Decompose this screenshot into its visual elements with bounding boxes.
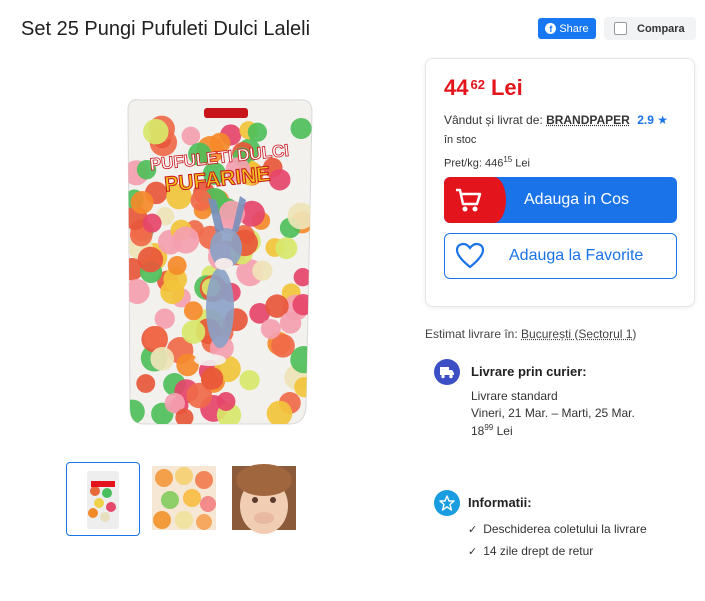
info-item-label: 14 zile drept de retur [483, 544, 594, 558]
info-title: Informatii: [468, 495, 532, 510]
seller-prefix: Vândut și livrat de: [444, 113, 543, 127]
add-to-cart-label: Adauga in Cos [524, 191, 629, 208]
check-icon: ✓ [468, 523, 478, 536]
delivery-estimate-prefix: Estimat livrare în: [425, 327, 518, 341]
thumbnail-2[interactable] [148, 462, 222, 536]
add-to-favorites-label: Adauga la Favorite [509, 247, 644, 264]
check-icon: ✓ [468, 545, 478, 558]
add-to-cart-button[interactable]: Adauga in Cos [444, 177, 677, 223]
price-integer: 44 [444, 75, 469, 100]
unit-price-currency: Lei [515, 157, 530, 170]
unit-price: Pret/kg: 44615 Lei [444, 155, 530, 170]
delivery-dates: Vineri, 21 Mar. – Marti, 25 Mar. [471, 406, 635, 420]
product-title: Set 25 Pungi Pufuleti Dulci Laleli [21, 18, 311, 40]
unit-price-value: Pret/kg: 446 [444, 157, 504, 170]
courier-title: Livrare prin curier: [471, 364, 587, 379]
info-item: ✓ 14 zile drept de retur [468, 544, 593, 558]
delivery-estimate: Estimat livrare în: București (Sectorul … [425, 327, 636, 341]
thumbnail-1[interactable] [66, 462, 140, 536]
unit-price-decimals: 15 [503, 155, 513, 164]
star-icon: ★ [657, 113, 668, 127]
price-decimals: 62 [470, 77, 485, 92]
star-badge-icon [434, 490, 460, 516]
seller-info: Vândut și livrat de: BRANDPAPER 2.9 ★ [444, 113, 668, 127]
thumbnail-3[interactable] [228, 462, 302, 536]
seller-rating[interactable]: 2.9 [637, 113, 654, 127]
delivery-cost-int: 18 [471, 424, 485, 438]
seller-link[interactable]: BRANDPAPER [546, 113, 630, 127]
cart-icon [456, 188, 482, 212]
delivery-method: Livrare standard [471, 389, 558, 403]
delivery-cost-dec: 99 [484, 423, 494, 432]
buy-box: 44 62 Lei Vândut și livrat de: BRANDPAPER … [425, 58, 695, 307]
delivery-cost-currency: Lei [496, 424, 513, 438]
price-currency: Lei [490, 75, 523, 100]
compare-label: Compara [637, 22, 685, 35]
delivery-cost: 1899 Lei [471, 423, 513, 438]
price: 44 62 Lei [444, 75, 523, 101]
info-item-label: Deschiderea coletului la livrare [483, 522, 647, 536]
facebook-icon: f [545, 23, 557, 34]
share-label: Share [559, 22, 589, 35]
cart-icon-area [444, 177, 506, 223]
share-button[interactable]: f Share [538, 18, 596, 39]
main-product-image[interactable]: PUFULETI DULCI PUFARINE [40, 68, 420, 443]
heart-icon [455, 242, 485, 269]
info-item: ✓ Deschiderea coletului la livrare [468, 522, 647, 536]
truck-icon [434, 359, 460, 385]
compare-button[interactable]: Compara [604, 17, 696, 40]
checkbox-icon[interactable] [614, 22, 627, 35]
add-to-favorites-button[interactable]: Adauga la Favorite [444, 233, 677, 279]
stock-status: în stoc [444, 134, 477, 146]
delivery-location-link[interactable]: București (Sectorul 1) [521, 327, 636, 341]
